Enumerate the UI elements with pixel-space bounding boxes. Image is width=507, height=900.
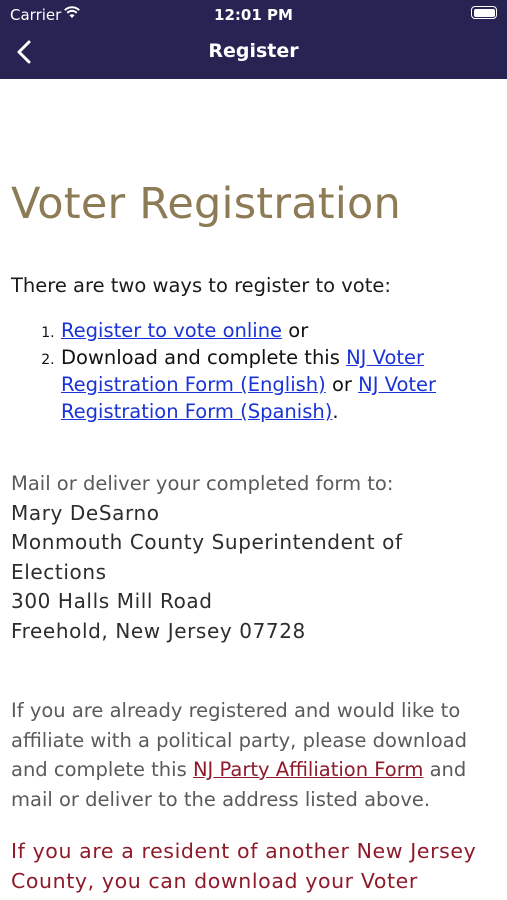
nav-title: Register: [208, 40, 299, 62]
mailing-address: Mary DeSarno Monmouth County Superintend…: [11, 499, 497, 646]
register-online-link[interactable]: Register to vote online: [61, 319, 282, 342]
registration-steps: Register to vote online or Download and …: [11, 317, 507, 425]
status-bar: Carrier 12:01 PM: [0, 0, 507, 28]
navigation-bar: Carrier 12:01 PM Register: [0, 0, 507, 79]
party-affiliation-text: If you are already registered and would …: [11, 696, 501, 814]
party-affiliation-form-link[interactable]: NJ Party Affiliation Form: [193, 758, 423, 781]
step-2-or: or: [325, 373, 359, 396]
step-1-text: or: [282, 319, 309, 342]
battery-icon: [471, 6, 497, 19]
address-title: Monmouth County Superintendent of Electi…: [11, 530, 403, 584]
intro-text: There are two ways to register to vote:: [11, 274, 391, 297]
mail-intro: Mail or deliver your completed form to:: [11, 472, 394, 495]
clock: 12:01 PM: [214, 6, 293, 24]
address-name: Mary DeSarno: [11, 501, 160, 525]
address-street: 300 Halls Mill Road: [11, 589, 213, 614]
resident-note: If you are a resident of another New Jer…: [11, 839, 477, 893]
page-heading: Voter Registration: [11, 179, 401, 229]
step-1: Register to vote online or: [59, 317, 507, 344]
step-2-text: Download and complete this: [61, 346, 347, 369]
address-city: Freehold, New Jersey 07728: [11, 618, 306, 643]
step-2: Download and complete this NJ Voter Regi…: [59, 344, 507, 425]
step-2-end: .: [332, 400, 339, 423]
